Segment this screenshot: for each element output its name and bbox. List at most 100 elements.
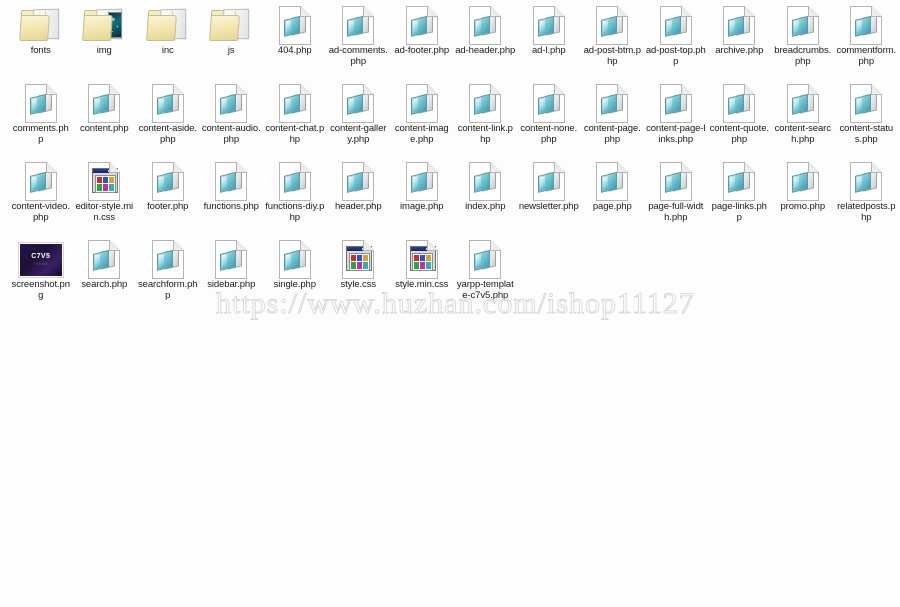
folder-item[interactable]: fonts — [9, 4, 73, 82]
file-item[interactable]: yarpp-template-c7v5.php — [454, 238, 518, 316]
file-name-label: content-none.php — [520, 123, 578, 146]
file-item[interactable]: editor-style.min.css — [73, 160, 137, 238]
file-name-label: editor-style.min.css — [75, 201, 134, 224]
file-item[interactable]: content-image.php — [390, 82, 454, 160]
thumbnail-subtitle: THEME — [32, 262, 49, 266]
file-item[interactable]: content-search.php — [771, 82, 835, 160]
file-name-label: content-aside.php — [138, 123, 197, 146]
file-item[interactable]: page-full-width.php — [644, 160, 708, 238]
php-file-icon — [659, 84, 692, 123]
file-item[interactable]: content-aside.php — [136, 82, 200, 160]
file-item[interactable]: newsletter.php — [517, 160, 581, 238]
file-name-label: screenshot.png — [11, 279, 70, 302]
icon-container — [208, 238, 254, 279]
file-name-label: breadcrumbs.php — [774, 45, 832, 68]
file-item[interactable]: content-page.php — [581, 82, 645, 160]
file-item[interactable]: index.php — [454, 160, 518, 238]
file-item[interactable]: content-audio.php — [200, 82, 264, 160]
file-name-label: content.php — [79, 123, 129, 134]
icon-container — [780, 160, 826, 201]
file-name-label: newsletter.php — [518, 201, 579, 212]
file-item[interactable]: footer.php — [136, 160, 200, 238]
file-item[interactable]: ad-post-btm.php — [581, 4, 645, 82]
icon-container — [653, 4, 699, 45]
file-item[interactable]: header.php — [327, 160, 391, 238]
php-file-icon — [596, 162, 629, 201]
file-item[interactable]: single.php — [263, 238, 327, 316]
file-item[interactable]: content-chat.php — [263, 82, 327, 160]
icon-container — [462, 238, 508, 279]
file-item[interactable]: content-gallery.php — [327, 82, 391, 160]
file-item[interactable]: 404.php — [263, 4, 327, 82]
file-name-label: content-audio.php — [201, 123, 261, 146]
thumbnail-title: C7V5 — [31, 253, 51, 260]
file-item[interactable]: breadcrumbs.php — [771, 4, 835, 82]
php-file-icon — [786, 162, 819, 201]
icon-container — [145, 82, 191, 123]
file-item[interactable]: content.php — [73, 82, 137, 160]
file-name-label: inc — [161, 45, 174, 56]
file-item[interactable]: ad-comments.php — [327, 4, 391, 82]
file-item[interactable]: commentform.php — [835, 4, 899, 82]
file-name-label: content-image.php — [394, 123, 449, 146]
file-item[interactable]: ad-header.php — [454, 4, 518, 82]
file-explorer-icon-view: fonts img inc js 404.php ad-comments.php ad-fo… — [0, 0, 900, 607]
icon-container — [81, 82, 127, 123]
folder-item[interactable]: inc — [136, 4, 200, 82]
php-file-icon — [278, 6, 311, 45]
file-item[interactable]: content-status.php — [835, 82, 899, 160]
file-item[interactable]: style.css — [327, 238, 391, 316]
file-name-label: style.min.css — [395, 279, 449, 290]
file-item[interactable]: search.php — [73, 238, 137, 316]
file-item[interactable]: style.min.css — [390, 238, 454, 316]
file-item[interactable]: page.php — [581, 160, 645, 238]
file-item[interactable]: functions.php — [200, 160, 264, 238]
file-item[interactable]: content-none.php — [517, 82, 581, 160]
icon-container — [843, 82, 889, 123]
file-name-label: content-quote.php — [709, 123, 769, 146]
file-item[interactable]: promo.php — [771, 160, 835, 238]
php-file-icon — [342, 6, 375, 45]
file-item[interactable]: relatedposts.php — [835, 160, 899, 238]
file-item[interactable]: ad-post-top.php — [644, 4, 708, 82]
file-item[interactable]: page-links.php — [708, 160, 772, 238]
icon-container — [208, 82, 254, 123]
file-item[interactable]: ad-footer.php — [390, 4, 454, 82]
icon-container — [81, 4, 127, 44]
file-item[interactable]: ad-l.php — [517, 4, 581, 82]
file-item[interactable]: archive.php — [708, 4, 772, 82]
file-item[interactable]: content-page-links.php — [644, 82, 708, 160]
file-item[interactable]: content-quote.php — [708, 82, 772, 160]
file-item[interactable]: content-link.php — [454, 82, 518, 160]
file-item[interactable]: sidebar.php — [200, 238, 264, 316]
php-file-icon — [278, 162, 311, 201]
php-file-icon — [88, 84, 121, 123]
file-name-label: ad-comments.php — [328, 45, 388, 68]
file-name-label: content-status.php — [839, 123, 894, 146]
css-file-icon — [88, 162, 121, 201]
icon-container — [81, 160, 127, 201]
icon-container — [843, 160, 889, 201]
icon-container — [399, 82, 445, 123]
file-name-label: 404.php — [277, 45, 312, 56]
icon-container — [526, 160, 572, 201]
file-name-label: promo.php — [780, 201, 826, 212]
file-item[interactable]: C7V5 THEME screenshot.png — [9, 238, 73, 316]
php-file-icon — [469, 6, 502, 45]
icon-container — [145, 4, 191, 44]
file-item[interactable]: image.php — [390, 160, 454, 238]
file-name-label: yarpp-template-c7v5.php — [456, 279, 514, 302]
file-name-label: search.php — [81, 279, 128, 290]
file-name-label: content-chat.php — [265, 123, 325, 146]
icon-container — [653, 160, 699, 201]
file-item[interactable]: content-video.php — [9, 160, 73, 238]
folder-item[interactable]: js — [200, 4, 264, 82]
file-item[interactable]: searchform.php — [136, 238, 200, 316]
file-name-label: functions-diy.php — [265, 201, 325, 224]
file-item[interactable]: comments.php — [9, 82, 73, 160]
folder-item[interactable]: img — [73, 4, 137, 82]
file-item[interactable]: functions-diy.php — [263, 160, 327, 238]
file-name-label: relatedposts.php — [837, 201, 896, 224]
file-name-label: content-gallery.php — [330, 123, 387, 146]
icon-container — [843, 4, 889, 45]
